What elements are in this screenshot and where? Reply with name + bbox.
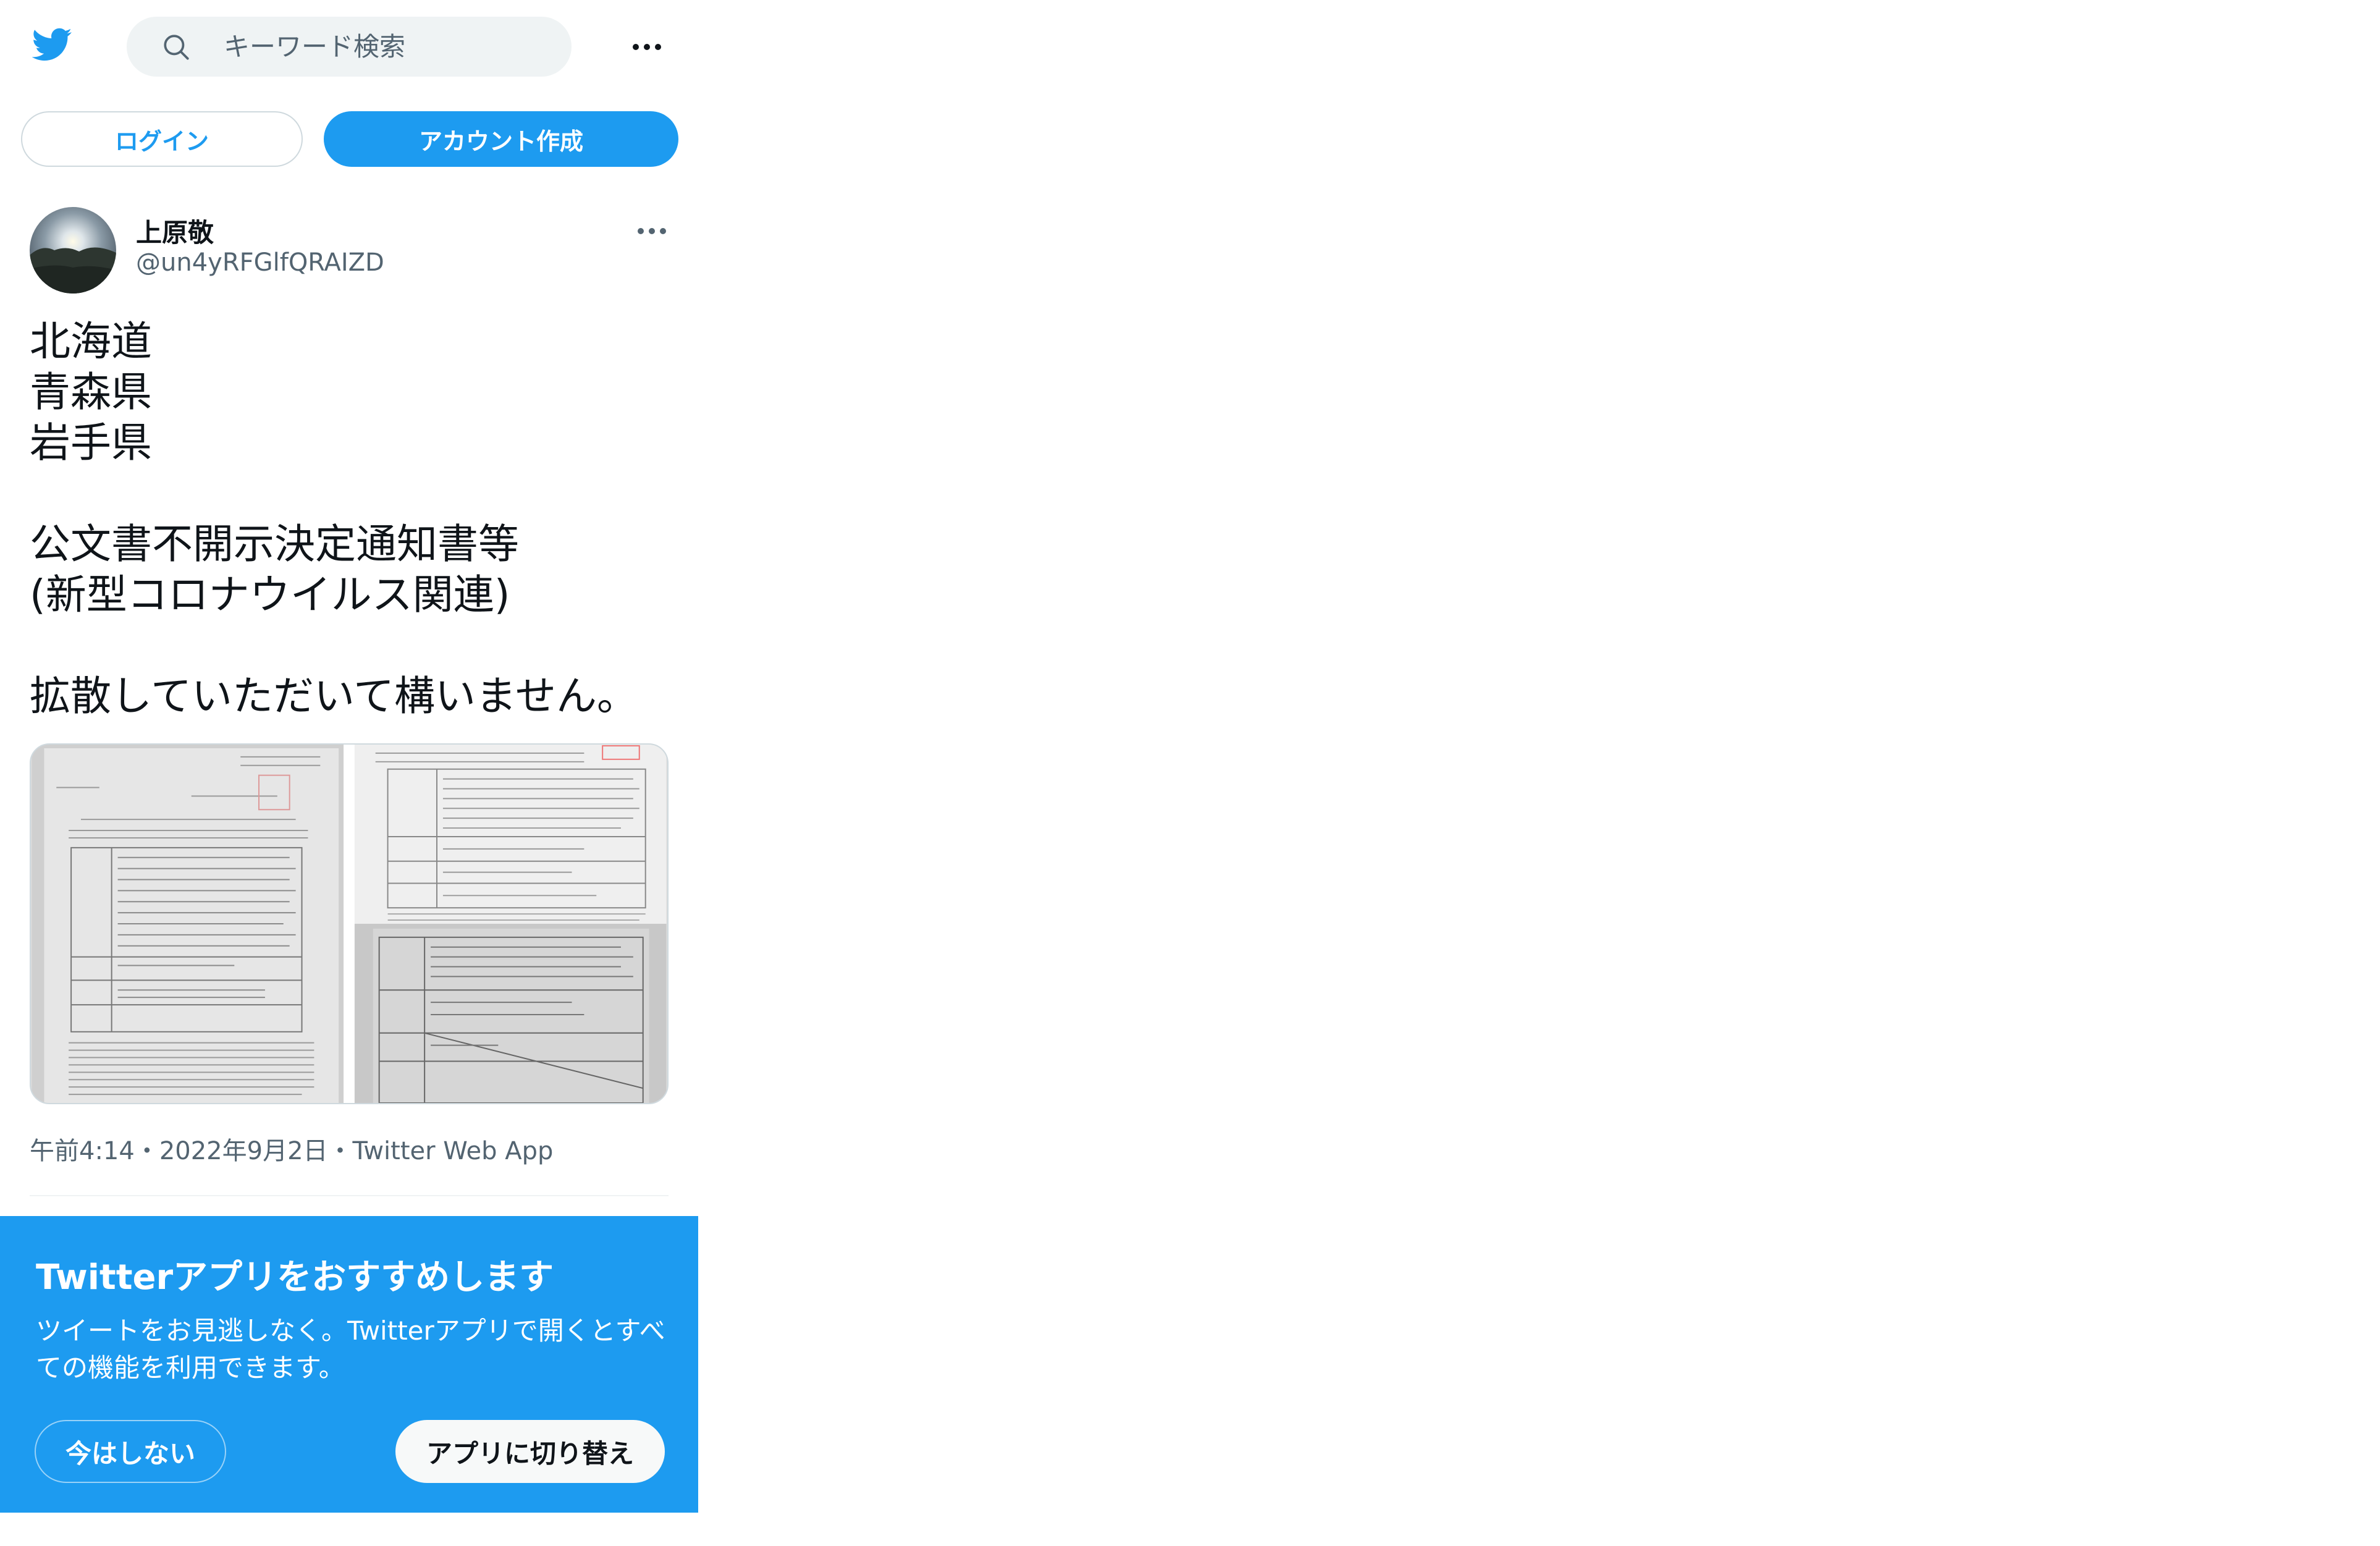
tweet-timestamp[interactable]: 午前4:14・2022年9月2日・Twitter Web App	[30, 1131, 553, 1167]
tweet-line: 公文書不開示決定通知書等	[30, 520, 519, 568]
page-column: ログイン アカウント作成 上原敬 @un4yRFGlfQRAIZD 北海道 青森…	[0, 0, 698, 1546]
tweet-line	[30, 468, 678, 519]
search-bar[interactable]	[127, 17, 572, 77]
tweet-text: 北海道 青森県 岩手県 公文書不開示決定通知書等 (新型コロナウイルス関連) 拡…	[30, 316, 678, 722]
not-now-button[interactable]: 今はしない	[35, 1420, 226, 1483]
search-icon	[164, 34, 189, 60]
tweet-more-icon[interactable]	[635, 216, 669, 246]
divider	[30, 1195, 669, 1196]
more-dots-icon[interactable]	[630, 32, 664, 62]
tweet-line: 北海道	[30, 318, 152, 365]
tweet-line: 岩手県	[30, 419, 152, 467]
search-input[interactable]	[222, 31, 546, 62]
twitter-bird-icon[interactable]	[27, 23, 75, 65]
display-name[interactable]: 上原敬	[136, 212, 214, 250]
app-banner: Twitterアプリをおすすめします ツイートをお見逃しなく。Twitterアプ…	[0, 1216, 698, 1513]
banner-body: ツイートをお見逃しなく。Twitterアプリで開くとすべての機能を利用できます。	[36, 1316, 665, 1383]
avatar[interactable]	[30, 207, 116, 294]
tweet-media[interactable]	[30, 743, 669, 1104]
user-handle[interactable]: @un4yRFGlfQRAIZD	[136, 248, 384, 277]
banner-title: Twitterアプリをおすすめします	[36, 1257, 554, 1298]
login-button[interactable]: ログイン	[21, 111, 303, 167]
document-photos[interactable]	[31, 745, 667, 1103]
switch-to-app-button[interactable]: アプリに切り替え	[395, 1420, 665, 1483]
signup-button[interactable]: アカウント作成	[324, 111, 678, 167]
tweet-line: 青森県	[30, 368, 152, 416]
tweet-line	[30, 620, 678, 671]
tweet-line: (新型コロナウイルス関連)	[30, 571, 510, 619]
tweet-line: 拡散していただいて構いません。	[30, 672, 638, 720]
